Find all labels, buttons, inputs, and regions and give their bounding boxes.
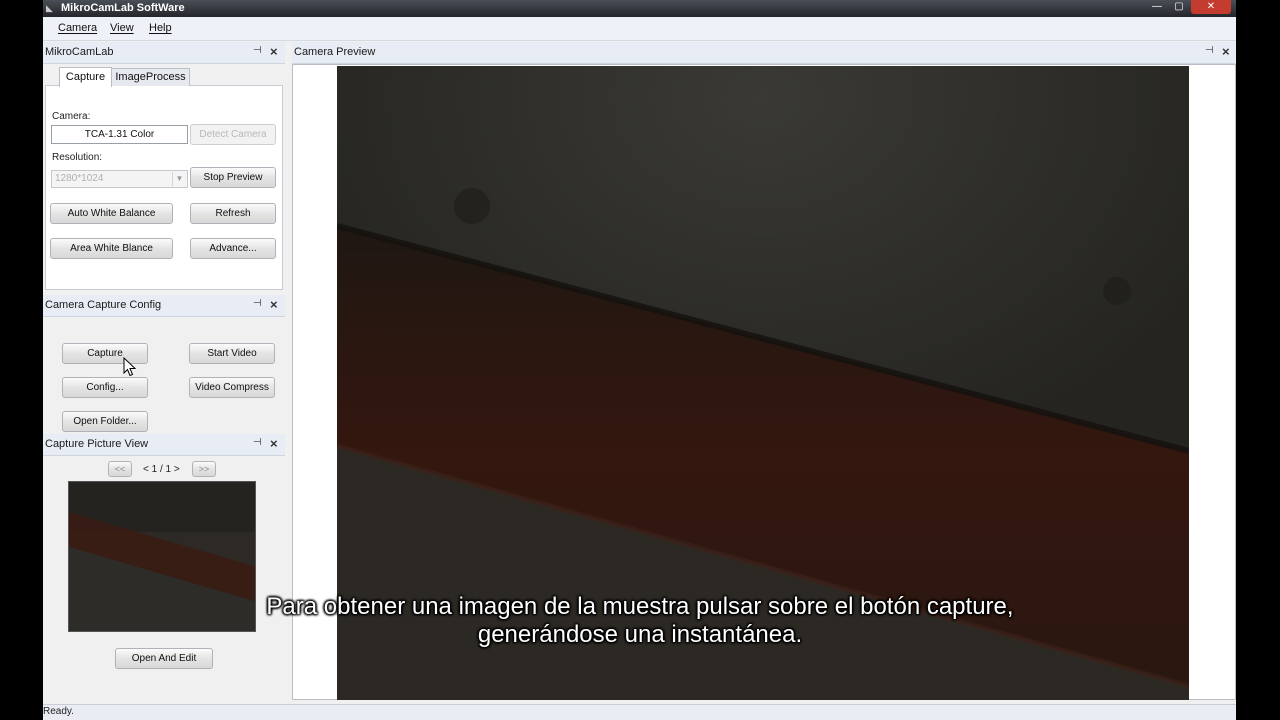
menu-help[interactable]: Help [149, 22, 172, 34]
tab-imageprocess[interactable]: ImageProcess [111, 68, 190, 86]
panel-title: Camera Capture Config [45, 299, 162, 311]
close-window-button[interactable]: ✕ [1191, 0, 1231, 14]
close-icon[interactable]: × [270, 44, 278, 59]
resolution-select[interactable]: 1280*1024 ▼ [51, 170, 188, 188]
app-icon: ◣ [46, 3, 53, 13]
advance-button[interactable]: Advance... [190, 238, 276, 259]
video-compress-button[interactable]: Video Compress [189, 377, 275, 398]
mikrocamlab-panel-header: MikroCamLab ⊣ × [43, 42, 285, 64]
chevron-down-icon[interactable]: ▼ [172, 172, 186, 186]
camera-label: Camera: [52, 111, 91, 122]
close-icon[interactable]: × [1222, 44, 1230, 59]
menu-camera[interactable]: Camera [58, 22, 97, 34]
resolution-label: Resolution: [52, 152, 103, 163]
panel-title: Camera Preview [294, 46, 376, 58]
next-picture-button[interactable]: >> [192, 461, 216, 477]
window-title: MikroCamLab SoftWare [61, 2, 185, 14]
menu-bar: Camera View Help [43, 17, 1236, 41]
detect-camera-button[interactable]: Detect Camera [190, 124, 276, 145]
panel-title: Capture Picture View [45, 438, 149, 450]
panel-title: MikroCamLab [45, 46, 114, 58]
camera-select[interactable]: TCA-1.31 Color [51, 125, 188, 144]
open-and-edit-button[interactable]: Open And Edit [115, 648, 213, 669]
stop-preview-button[interactable]: Stop Preview [190, 167, 276, 188]
picture-view-panel-header: Capture Picture View ⊣ × [43, 434, 285, 456]
start-video-button[interactable]: Start Video [189, 343, 275, 364]
auto-white-balance-button[interactable]: Auto White Balance [50, 203, 173, 224]
pin-icon[interactable]: ⊣ [253, 298, 262, 309]
menu-view[interactable]: View [110, 22, 134, 34]
title-bar: ◣ MikroCamLab SoftWare — ▢ ✕ [43, 0, 1236, 17]
status-text: Ready. [43, 706, 74, 717]
resolution-value: 1280*1024 [55, 173, 104, 184]
close-icon[interactable]: × [270, 436, 278, 451]
mouse-cursor-icon [123, 357, 137, 377]
maximize-button[interactable]: ▢ [1169, 0, 1189, 14]
open-folder-button[interactable]: Open Folder... [62, 411, 148, 432]
tab-capture[interactable]: Capture [59, 67, 112, 87]
pin-icon[interactable]: ⊣ [253, 45, 262, 56]
prev-picture-button[interactable]: << [108, 461, 132, 477]
camera-preview-panel-header: Camera Preview ⊣ × [292, 42, 1236, 64]
config-button[interactable]: Config... [62, 377, 148, 398]
pin-icon[interactable]: ⊣ [1205, 45, 1214, 56]
subtitle-line-2: generándose una instantánea. [477, 621, 803, 648]
area-white-balance-button[interactable]: Area White Blance [50, 238, 173, 259]
minimize-button[interactable]: — [1147, 0, 1167, 14]
status-bar: Ready. [43, 704, 1236, 720]
pin-icon[interactable]: ⊣ [253, 437, 262, 448]
refresh-button[interactable]: Refresh [190, 203, 276, 224]
picture-page-indicator: < 1 / 1 > [143, 464, 180, 475]
close-icon[interactable]: × [270, 297, 278, 312]
subtitle-line-1: Para obtener una imagen de la muestra pu… [266, 593, 1014, 620]
capture-config-panel-header: Camera Capture Config ⊣ × [43, 295, 285, 317]
